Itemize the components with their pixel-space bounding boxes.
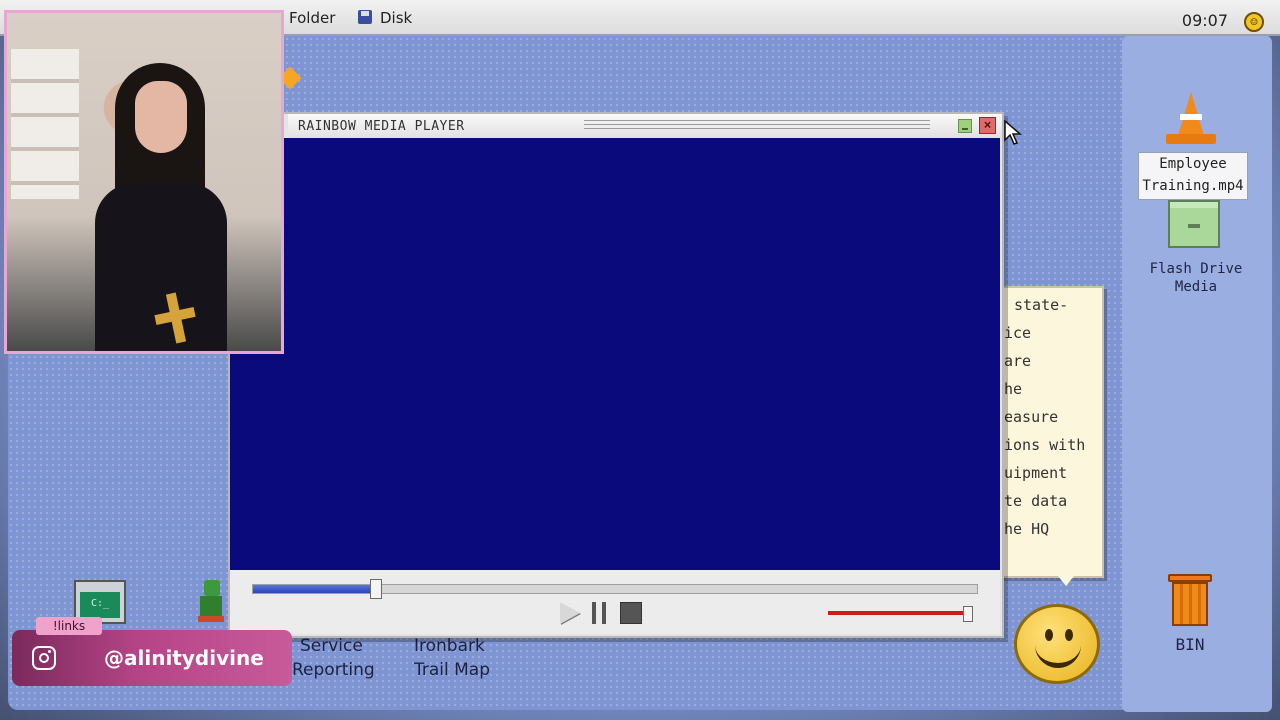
desktop-item-service-reporting[interactable]: Service Reporting xyxy=(292,634,375,682)
desktop-screen: Folder Disk 09:07 ☺ C:_ Service Reportin… xyxy=(0,0,1280,720)
drawer-icon[interactable] xyxy=(1168,200,1220,248)
seek-bar[interactable] xyxy=(252,579,978,599)
instagram-icon xyxy=(32,646,56,670)
employee-training-label[interactable]: Employee Training.mp4 xyxy=(1138,152,1248,200)
desktop-item-ironbark-trail-map[interactable]: Ironbark Trail Map xyxy=(414,634,490,682)
minimize-button[interactable] xyxy=(958,119,972,133)
note-line: are xyxy=(1004,352,1032,370)
media-player-window[interactable]: RAINBOW MEDIA PLAYER × xyxy=(228,112,1004,638)
note-line: he HQ xyxy=(1004,520,1050,538)
titlebar-grip xyxy=(584,120,930,132)
pause-button[interactable] xyxy=(592,602,606,624)
note-tail xyxy=(1058,576,1074,586)
terminal-screen: C:_ xyxy=(80,592,120,618)
menu-folder[interactable]: Folder xyxy=(289,9,335,27)
volume-slider[interactable] xyxy=(828,611,968,615)
traffic-cone-icon[interactable] xyxy=(1166,92,1216,148)
seek-handle[interactable] xyxy=(370,579,383,599)
icon-label-line: Training.mp4 xyxy=(1142,178,1244,194)
note-line: uipment xyxy=(1004,464,1068,482)
clock: 09:07 xyxy=(1181,11,1228,30)
pixel-character-icon[interactable] xyxy=(196,578,226,624)
stop-button[interactable] xyxy=(620,602,642,624)
social-handle: @alinitydivine xyxy=(104,646,264,670)
disk-icon xyxy=(358,10,372,24)
icon-label-line: Media xyxy=(1174,279,1218,295)
note-line: easure xyxy=(1004,408,1059,426)
icon-label-line: Employee xyxy=(1159,156,1227,172)
seek-progress xyxy=(253,585,377,593)
smiley-icon[interactable]: ☺ xyxy=(1244,12,1264,32)
webcam-overlay xyxy=(4,10,284,354)
note-line: te data xyxy=(1004,492,1068,510)
note-line: ions with xyxy=(1004,436,1086,454)
player-controls xyxy=(230,570,1000,634)
player-title: RAINBOW MEDIA PLAYER xyxy=(298,119,465,134)
volume-handle[interactable] xyxy=(963,606,973,622)
icon-label-line: Flash Drive xyxy=(1149,261,1243,277)
menu-disk[interactable]: Disk xyxy=(380,9,412,27)
webcam-shelf xyxy=(11,49,79,199)
flash-drive-media-label[interactable]: Flash Drive Media xyxy=(1140,260,1252,296)
player-titlebar[interactable]: RAINBOW MEDIA PLAYER × xyxy=(288,114,1002,138)
service-reporting-line2: Reporting xyxy=(292,660,375,680)
webcam-person xyxy=(85,43,235,351)
social-badge: @alinitydivine xyxy=(12,630,292,686)
play-button[interactable] xyxy=(560,602,580,624)
note-window[interactable]: state- ice are he easure ions with uipme… xyxy=(1000,286,1104,578)
video-display[interactable] xyxy=(288,138,1000,570)
ironbark-line2: Trail Map xyxy=(414,660,491,680)
trash-bin-icon[interactable] xyxy=(1166,570,1214,630)
bin-label[interactable]: BIN xyxy=(1160,636,1220,654)
links-tag: !links xyxy=(36,617,102,635)
note-line: he xyxy=(1004,380,1023,398)
smiley-face-icon[interactable] xyxy=(1014,604,1100,684)
note-line: ice xyxy=(1004,324,1032,342)
close-button[interactable]: × xyxy=(979,117,996,134)
note-line: state- xyxy=(1014,296,1069,314)
